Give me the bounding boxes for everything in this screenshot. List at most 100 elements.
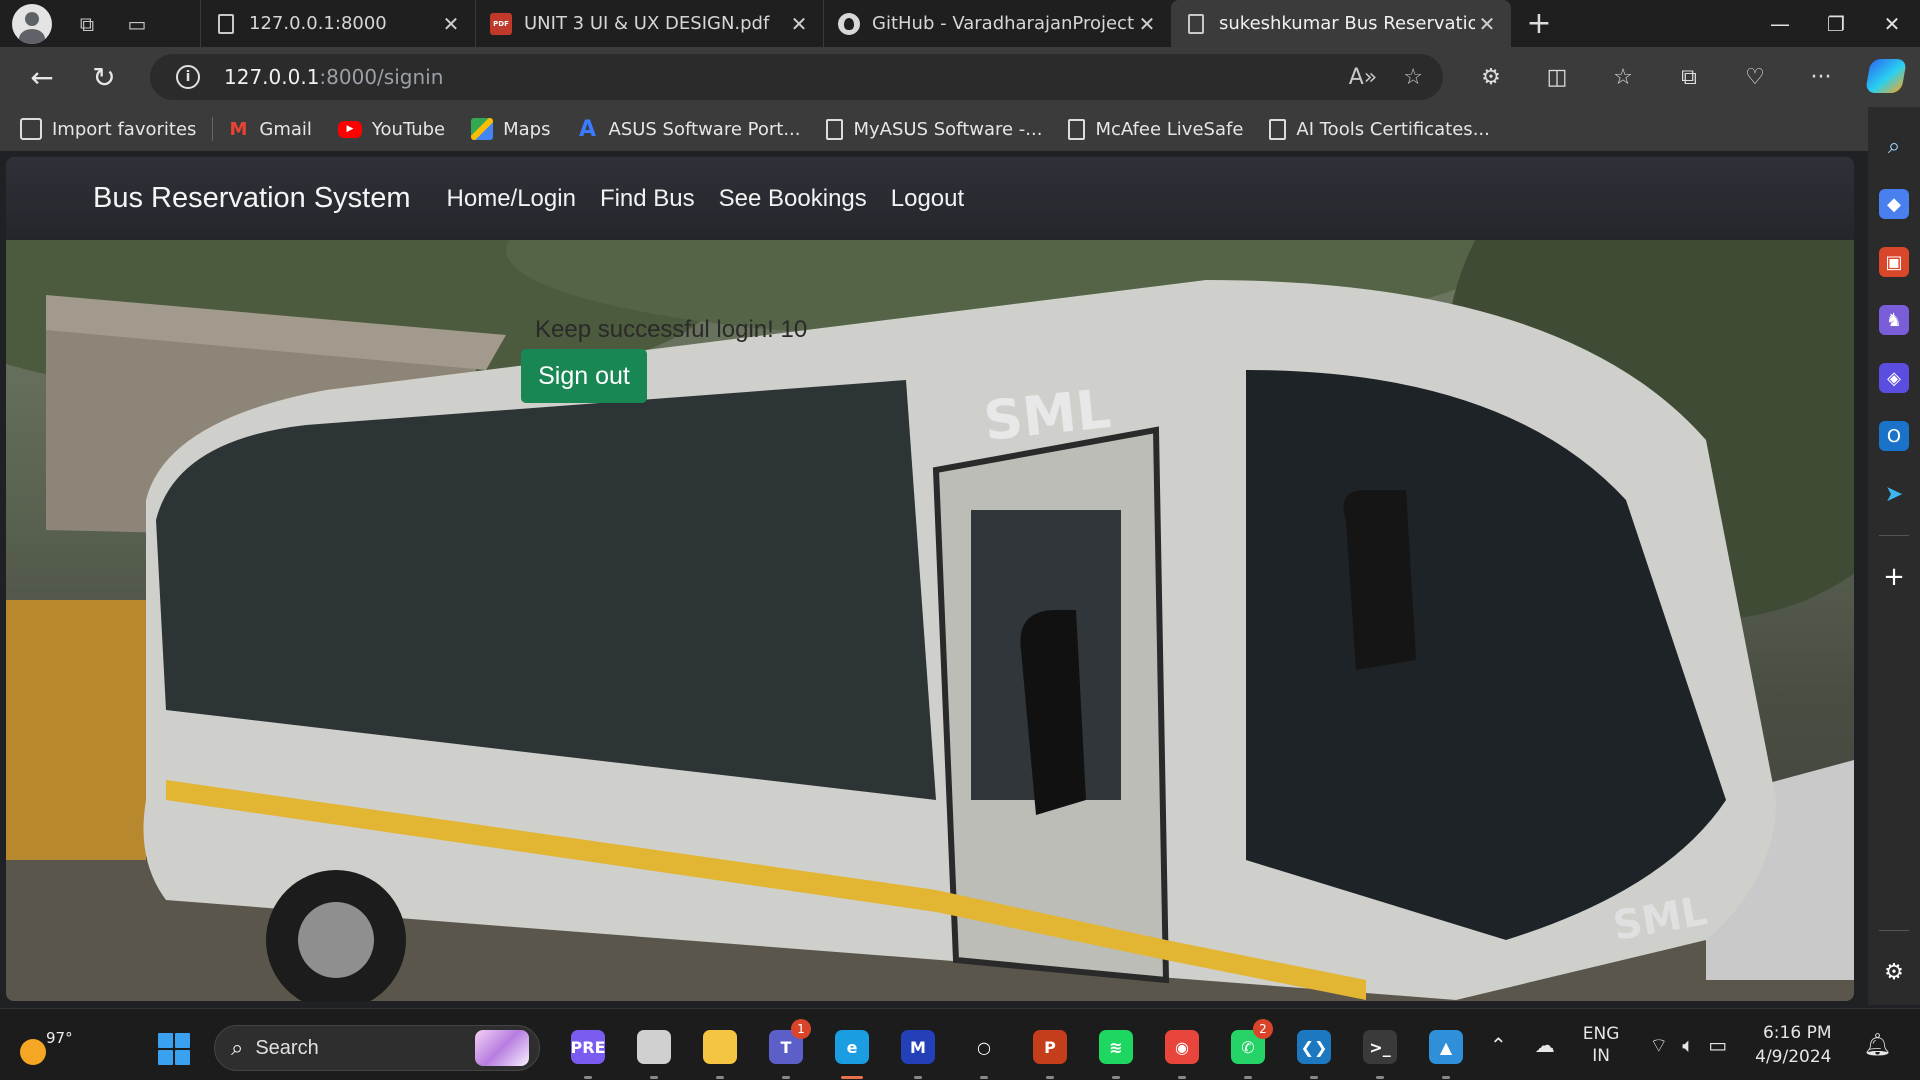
language-indicator[interactable]: ENG IN bbox=[1583, 1023, 1620, 1067]
running-indicator bbox=[716, 1076, 724, 1079]
favorite-label: McAfee LiveSafe bbox=[1095, 118, 1244, 140]
tab-pdf[interactable]: PDF UNIT 3 UI & UX DESIGN.pdf ✕ bbox=[475, 0, 823, 47]
sidebar-settings-icon[interactable]: ⚙ bbox=[1879, 957, 1909, 987]
close-icon[interactable]: ✕ bbox=[1135, 12, 1159, 36]
favorite-youtube[interactable]: ▶ YouTube bbox=[337, 119, 445, 140]
onedrive-cloud-icon[interactable]: ☁ bbox=[1535, 1033, 1555, 1057]
taskbar-app-whatsapp[interactable]: ✆ 2 bbox=[1215, 1019, 1281, 1079]
extensions-icon[interactable]: ⚙ bbox=[1458, 65, 1524, 90]
url-text[interactable]: 127.0.0.1:8000/signin bbox=[224, 65, 443, 89]
back-icon[interactable]: ← bbox=[20, 55, 64, 99]
favorite-label: ASUS Software Port... bbox=[608, 118, 801, 140]
nav-find-bus[interactable]: Find Bus bbox=[600, 185, 695, 213]
windows-taskbar: 97° ⌕ Search PRE T 1 e M ○ P ≋ ◉ ✆ 2 ❮❯ >_ ▲ ⌃ ☁ ENG … bbox=[0, 1008, 1920, 1080]
site-nav-links: Home/Login Find Bus See Bookings Logout bbox=[447, 185, 965, 213]
copilot-side-icon[interactable]: ◈ bbox=[1879, 363, 1909, 393]
browser-essentials-icon[interactable]: ♡ bbox=[1722, 65, 1788, 90]
nav-see-bookings[interactable]: See Bookings bbox=[719, 185, 867, 213]
taskbar-app-powerpoint[interactable]: P bbox=[1017, 1023, 1083, 1079]
chevron-up-icon[interactable]: ⌃ bbox=[1490, 1033, 1507, 1057]
file-explorer-icon bbox=[703, 1030, 737, 1064]
add-icon[interactable]: + bbox=[1879, 562, 1909, 592]
site-brand[interactable]: Bus Reservation System bbox=[93, 182, 411, 215]
task-view-icon bbox=[637, 1030, 671, 1064]
site-info-icon[interactable]: i bbox=[176, 65, 200, 89]
tools-briefcase-icon[interactable]: ▣ bbox=[1879, 247, 1909, 277]
copilot-pre-icon: PRE bbox=[571, 1030, 606, 1064]
edge-icon: e bbox=[835, 1030, 869, 1064]
collections-icon[interactable]: ⧉ bbox=[1656, 65, 1722, 90]
search-icon: ⌕ bbox=[231, 1035, 244, 1061]
profile-avatar[interactable] bbox=[12, 3, 52, 44]
taskbar-app-copilot-pre[interactable]: PRE bbox=[555, 1023, 621, 1079]
weather-widget[interactable]: 97° bbox=[14, 1021, 73, 1067]
powerpoint-icon: P bbox=[1033, 1030, 1067, 1064]
shopping-tag-icon[interactable]: ◆ bbox=[1879, 189, 1909, 219]
tab-localhost[interactable]: 127.0.0.1:8000 ✕ bbox=[200, 0, 475, 47]
start-button[interactable] bbox=[158, 1033, 190, 1065]
page-icon bbox=[215, 12, 237, 36]
restore-icon[interactable]: ❐ bbox=[1808, 0, 1864, 47]
spotify-icon: ≋ bbox=[1099, 1030, 1133, 1064]
refresh-icon[interactable]: ↻ bbox=[82, 55, 126, 99]
taskbar-app-photos[interactable]: ▲ bbox=[1413, 1023, 1479, 1079]
address-bar[interactable]: i 127.0.0.1:8000/signin A» ☆ bbox=[150, 54, 1443, 100]
nav-logout[interactable]: Logout bbox=[891, 185, 964, 213]
url-path: :8000/signin bbox=[319, 65, 444, 89]
copilot-icon[interactable] bbox=[1865, 59, 1907, 93]
more-menu-icon[interactable]: ··· bbox=[1788, 65, 1854, 90]
taskbar-app-task-view[interactable] bbox=[621, 1023, 687, 1079]
taskbar-app-vscode[interactable]: ❮❯ bbox=[1281, 1023, 1347, 1079]
tab-actions-icon[interactable]: ▭ bbox=[122, 9, 152, 39]
page-icon bbox=[1269, 118, 1287, 140]
taskbar-app-edge[interactable]: e bbox=[819, 1023, 885, 1079]
sign-out-button[interactable]: Sign out bbox=[521, 349, 647, 403]
taskbar-app-cortana[interactable]: ○ bbox=[951, 1023, 1017, 1079]
drop-icon[interactable]: ➤ bbox=[1879, 479, 1909, 509]
minimize-icon[interactable]: — bbox=[1752, 0, 1808, 47]
window-close-icon[interactable]: ✕ bbox=[1864, 0, 1920, 47]
new-tab-button[interactable]: + bbox=[1511, 6, 1567, 41]
outlook-icon[interactable]: O bbox=[1879, 421, 1909, 451]
read-aloud-icon[interactable]: A» bbox=[1349, 65, 1378, 90]
search-icon[interactable]: ⌕ bbox=[1879, 131, 1909, 161]
running-indicator bbox=[841, 1076, 863, 1079]
workspaces-icon[interactable]: ⧉ bbox=[72, 9, 102, 39]
clock[interactable]: 6:16 PM 4/9/2024 bbox=[1755, 1021, 1831, 1069]
close-icon[interactable]: ✕ bbox=[787, 12, 811, 36]
favorite-gmail[interactable]: M Gmail bbox=[227, 118, 311, 140]
split-screen-icon[interactable]: ◫ bbox=[1524, 65, 1590, 90]
taskbar-app-spotify[interactable]: ≋ bbox=[1083, 1023, 1149, 1079]
favorite-asus[interactable]: A ASUS Software Port... bbox=[577, 117, 801, 142]
favorite-star-icon[interactable]: ☆ bbox=[1403, 65, 1423, 90]
taskbar-app-vs-ml[interactable]: M bbox=[885, 1023, 951, 1079]
taskbar-search[interactable]: ⌕ Search bbox=[214, 1025, 540, 1071]
favorite-maps[interactable]: Maps bbox=[471, 118, 551, 140]
wifi-icon[interactable]: ⌔ bbox=[1649, 1033, 1668, 1058]
games-icon[interactable]: ♞ bbox=[1879, 305, 1909, 335]
taskbar-app-file-explorer[interactable] bbox=[687, 1023, 753, 1079]
taskbar-app-terminal[interactable]: >_ bbox=[1347, 1023, 1413, 1079]
tab-bus-reservation[interactable]: sukeshkumar Bus Reservation Sy ✕ bbox=[1171, 0, 1511, 47]
tab-strip-left: ⧉ ▭ bbox=[0, 0, 200, 47]
favorite-myasus[interactable]: MyASUS Software -... bbox=[826, 118, 1042, 140]
taskbar-app-teams[interactable]: T1 bbox=[753, 1019, 819, 1079]
notifications-bell-icon[interactable]: 🔔︎ bbox=[1863, 1033, 1891, 1058]
volume-icon[interactable]: 🔈︎ bbox=[1682, 1033, 1694, 1057]
favorite-import[interactable]: Import favorites bbox=[20, 118, 196, 140]
favorite-ai-tools[interactable]: AI Tools Certificates... bbox=[1269, 118, 1490, 140]
tab-strip: ⧉ ▭ 127.0.0.1:8000 ✕ PDF UNIT 3 UI & UX … bbox=[0, 0, 1920, 47]
tab-github[interactable]: GitHub - VaradharajanProjects/ ✕ bbox=[823, 0, 1171, 47]
battery-icon[interactable]: ▭ bbox=[1708, 1033, 1727, 1057]
github-icon bbox=[838, 12, 860, 36]
favorite-mcafee[interactable]: McAfee LiveSafe bbox=[1068, 118, 1244, 140]
photos-icon: ▲ bbox=[1429, 1030, 1463, 1064]
close-icon[interactable]: ✕ bbox=[439, 12, 463, 36]
favorites-icon[interactable]: ☆ bbox=[1590, 65, 1656, 90]
sidebar-divider bbox=[1879, 535, 1909, 536]
running-indicator bbox=[1244, 1076, 1252, 1079]
taskbar-app-chrome[interactable]: ◉ bbox=[1149, 1023, 1215, 1079]
nav-home-login[interactable]: Home/Login bbox=[447, 185, 576, 213]
bus-photo-illustration: SML SML bbox=[6, 240, 1854, 1001]
close-icon[interactable]: ✕ bbox=[1475, 12, 1499, 36]
